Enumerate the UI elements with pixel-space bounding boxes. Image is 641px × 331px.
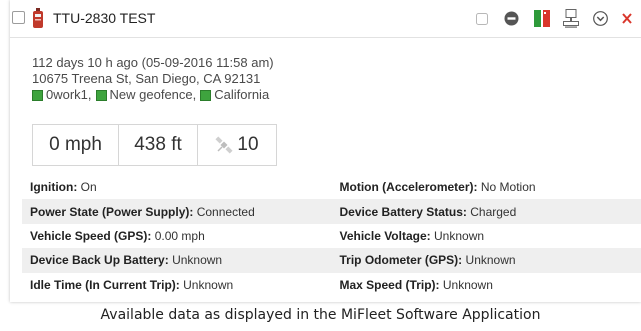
geofence-list: 0work1, New geofence, California — [32, 87, 274, 103]
satellite-stat: 10 — [197, 125, 276, 165]
detail-value: Unknown — [442, 277, 493, 292]
detail-label: Vehicle Voltage: — [339, 228, 431, 243]
geofence-item[interactable]: California — [214, 87, 269, 103]
last-report-time: 112 days 10 h ago (05-09-2016 11:58 am) — [32, 55, 274, 70]
square-icon[interactable] — [476, 13, 488, 25]
detail-value: Charged — [470, 204, 517, 219]
detail-value: Unknown — [465, 253, 516, 268]
detail-cell: Idle Time (In Current Trip): Unknown — [22, 278, 332, 292]
signal-status-icon[interactable] — [534, 10, 550, 27]
device-card: TTU-2830 TEST 112 days 10 h ago (05-09-2… — [10, 0, 641, 302]
detail-value: Unknown — [172, 253, 223, 268]
detail-label: Device Battery Status: — [339, 204, 467, 219]
detail-label: Motion (Accelerometer): — [339, 180, 478, 195]
detail-label: Max Speed (Trip): — [339, 277, 440, 292]
detail-label: Trip Odometer (GPS): — [339, 253, 463, 268]
detail-value: 0.00 mph — [154, 228, 205, 243]
geofence-color-icon — [200, 89, 212, 101]
details-row: Idle Time (In Current Trip): Unknown Max… — [22, 273, 641, 297]
detail-cell: Device Back Up Battery: Unknown — [22, 253, 332, 267]
detail-cell: Ignition: On — [22, 180, 332, 194]
satellite-count: 10 — [237, 134, 259, 155]
detail-label: Device Back Up Battery: — [30, 253, 169, 268]
geofence-color-icon — [95, 89, 107, 101]
geofence-item[interactable]: New geofence, — [110, 87, 197, 103]
details-row: Ignition: On Motion (Accelerometer): No … — [22, 175, 641, 199]
device-header: TTU-2830 TEST — [10, 0, 641, 38]
details-row: Device Back Up Battery: Unknown Trip Odo… — [22, 248, 641, 273]
geofence-item[interactable]: 0work1, — [46, 87, 92, 103]
details-row: Vehicle Speed (GPS): 0.00 mph Vehicle Vo… — [22, 224, 641, 248]
detail-value: On — [80, 180, 97, 195]
detail-value: No Motion — [480, 180, 536, 195]
device-title[interactable]: TTU-2830 TEST — [53, 10, 155, 26]
detail-cell: Vehicle Speed (GPS): 0.00 mph — [22, 229, 332, 243]
minus-circle-icon[interactable] — [504, 11, 519, 26]
close-icon[interactable] — [622, 13, 632, 24]
geofence-color-icon — [32, 89, 43, 101]
detail-value: Unknown — [434, 228, 485, 243]
detail-label: Ignition: — [30, 180, 78, 195]
detail-cell: Vehicle Voltage: Unknown — [332, 229, 641, 243]
satellite-icon — [215, 136, 233, 154]
detail-label: Power State (Power Supply): — [30, 204, 194, 219]
figure-caption: Available data as displayed in the MiFle… — [100, 307, 541, 323]
select-checkbox[interactable] — [12, 11, 25, 24]
detail-label: Vehicle Speed (GPS): — [30, 228, 152, 243]
detail-value: Connected — [196, 204, 255, 219]
address: 10675 Treena St, San Diego, CA 92131 — [32, 71, 261, 86]
detail-cell: Device Battery Status: Charged — [332, 205, 641, 219]
detail-cell: Power State (Power Supply): Connected — [22, 205, 332, 219]
speed-stat: 0 mph — [49, 134, 102, 155]
detail-cell: Motion (Accelerometer): No Motion — [332, 180, 641, 194]
details-row: Power State (Power Supply): Connected De… — [22, 199, 641, 224]
detail-cell: Trip Odometer (GPS): Unknown — [332, 253, 641, 267]
device-tracker-icon — [33, 8, 43, 28]
detail-label: Idle Time (In Current Trip): — [30, 277, 180, 292]
computer-icon[interactable] — [563, 9, 579, 28]
altitude-stat: 438 ft — [118, 125, 197, 165]
device-details-table: Ignition: On Motion (Accelerometer): No … — [22, 175, 641, 297]
chevron-down-circle-icon[interactable] — [593, 11, 608, 26]
stats-bar: 0 mph 438 ft 10 — [32, 124, 277, 166]
detail-cell: Max Speed (Trip): Unknown — [332, 278, 641, 292]
location-info: 112 days 10 h ago (05-09-2016 11:58 am) … — [32, 55, 274, 103]
detail-value: Unknown — [183, 277, 234, 292]
